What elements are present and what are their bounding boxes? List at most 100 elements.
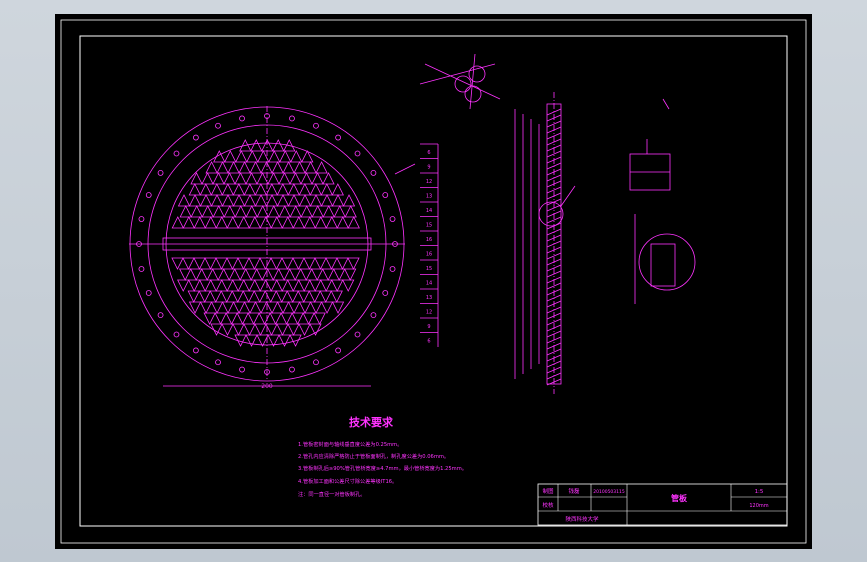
tube-hole-cell bbox=[275, 290, 288, 303]
tube-hole-cell bbox=[210, 194, 224, 207]
tube-pattern-upper bbox=[171, 139, 360, 229]
tube-hole-cell bbox=[203, 312, 216, 325]
tube-hole-cell bbox=[188, 183, 201, 196]
tube-hole-cell bbox=[246, 150, 259, 163]
tube-hole-cell bbox=[249, 161, 262, 174]
tube-hole-cell bbox=[347, 257, 360, 270]
tube-hole-cell bbox=[325, 257, 338, 270]
bolt-hole bbox=[173, 331, 180, 338]
tube-hole-cell bbox=[254, 301, 268, 314]
tube-hole-cell bbox=[212, 172, 225, 185]
tube-hole-cell bbox=[271, 161, 284, 174]
tube-hole-cell bbox=[279, 150, 292, 163]
tube-hole-cell bbox=[282, 161, 295, 174]
bolt-hole bbox=[145, 192, 152, 198]
tube-hole-cell bbox=[270, 257, 283, 270]
tube-hole-cell bbox=[287, 183, 300, 196]
bolt-hole bbox=[289, 115, 295, 122]
tech-req-item-5: 注：同一直径一对管板制孔。 bbox=[298, 490, 365, 498]
tube-hole-cell bbox=[248, 216, 261, 229]
tube-hole-cell bbox=[289, 205, 302, 218]
tube-pattern-lower bbox=[171, 257, 360, 347]
bolt-hole bbox=[389, 216, 396, 222]
tube-hole-cell bbox=[256, 172, 269, 185]
tube-hole-cell bbox=[205, 161, 218, 174]
tube-hole-cell bbox=[210, 183, 223, 196]
tech-req-item-1: 1.管板密封面与轴线垂直度公差为0.25mm。 bbox=[298, 440, 402, 448]
check-label: 校核 bbox=[542, 501, 554, 509]
tube-hole-cell bbox=[333, 268, 346, 281]
tube-hole-cell bbox=[298, 183, 311, 196]
tube-hole-cell bbox=[265, 301, 279, 314]
tube-hole-cell bbox=[224, 150, 237, 163]
tube-hole-cell bbox=[245, 205, 258, 218]
outer-frame bbox=[60, 19, 807, 544]
tube-hole-cell bbox=[220, 290, 233, 303]
tube-hole-cell bbox=[232, 301, 246, 314]
tube-hole-cell bbox=[210, 279, 223, 292]
tube-hole-cell bbox=[254, 323, 267, 336]
groove-detail-views bbox=[629, 98, 696, 304]
bolt-hole bbox=[239, 366, 245, 373]
tube-hole-cell bbox=[254, 279, 267, 292]
bolt-hole bbox=[192, 134, 199, 141]
tube-hole-cell bbox=[243, 301, 257, 314]
tube-hole-cell bbox=[331, 183, 344, 196]
bolt-hole bbox=[382, 290, 389, 296]
bolt-hole bbox=[157, 169, 164, 176]
tube-hole-cell bbox=[293, 161, 306, 174]
tube-hole-cell bbox=[291, 312, 304, 325]
tube-hole-cell bbox=[309, 323, 322, 336]
tube-hole-cell bbox=[223, 172, 236, 185]
tube-hole-cell bbox=[254, 194, 268, 207]
tube-hole-cell bbox=[214, 312, 227, 325]
tube-hole-cell bbox=[278, 205, 291, 218]
tube-hole-cell bbox=[320, 183, 333, 196]
tube-sheet-front-view: 200 bbox=[129, 106, 416, 390]
tube-hole-cell bbox=[298, 279, 311, 292]
tube-hole-cell bbox=[278, 172, 291, 185]
tube-hole-cell bbox=[215, 257, 228, 270]
row-count-column: 6 9 12 13 14 15 16 16 15 14 13 12 9 6 bbox=[420, 143, 439, 347]
tube-hole-cell bbox=[190, 172, 203, 185]
tube-hole-cell bbox=[243, 279, 256, 292]
tube-hole-cell bbox=[235, 150, 248, 163]
tech-req-title: 技术要求 bbox=[349, 415, 394, 429]
tube-hole-cell bbox=[223, 205, 236, 218]
tube-hole-cell bbox=[243, 194, 257, 207]
tube-hole-cell bbox=[314, 216, 327, 229]
tube-hole-cell bbox=[322, 172, 335, 185]
tube-hole-cell bbox=[269, 312, 282, 325]
tube-hole-cell bbox=[304, 161, 317, 174]
tube-hole-cell bbox=[287, 301, 301, 314]
detail-leader-1 bbox=[424, 63, 501, 100]
tech-req-item-3: 3.管板制孔后≥90%管孔管桥宽度≥4.7mm，最小管桥宽度为1.25mm。 bbox=[298, 464, 467, 472]
surface-finish-mark bbox=[662, 98, 670, 110]
tech-req-item-4: 4.管板加工面和公差尺寸除公差等级IT16。 bbox=[298, 477, 397, 485]
tube-hole-cell bbox=[344, 205, 357, 218]
tube-hole-cell bbox=[237, 257, 250, 270]
tube-hole-cell bbox=[276, 323, 289, 336]
tube-hole-cell bbox=[336, 257, 349, 270]
tube-hole-cell bbox=[171, 257, 184, 270]
tube-hole-cell bbox=[267, 205, 280, 218]
drawing-canvas: 200 691213141516161514131296 技术要求 1.管板密封… bbox=[60, 19, 807, 544]
tube-hole-cell bbox=[243, 183, 256, 196]
tube-hole-cell bbox=[193, 257, 206, 270]
tube-hole-cell bbox=[234, 205, 247, 218]
tube-hole-cell bbox=[204, 257, 217, 270]
tube-hole-cell bbox=[331, 194, 345, 207]
tube-hole-cell bbox=[216, 161, 229, 174]
tube-hole-cell bbox=[177, 279, 190, 292]
tube-hole-cell bbox=[265, 194, 279, 207]
tube-hole-cell bbox=[215, 216, 228, 229]
bolt-hole bbox=[335, 134, 342, 141]
bolt-hole bbox=[138, 266, 145, 272]
tube-hole-cell bbox=[309, 279, 322, 292]
row-count-label: 6 bbox=[427, 339, 430, 345]
bolt-hole bbox=[145, 290, 152, 296]
tube-hole-cell bbox=[226, 216, 239, 229]
tube-hole-cell bbox=[276, 183, 289, 196]
tube-hole-cell bbox=[259, 216, 272, 229]
part-name: 管板 bbox=[671, 493, 688, 503]
